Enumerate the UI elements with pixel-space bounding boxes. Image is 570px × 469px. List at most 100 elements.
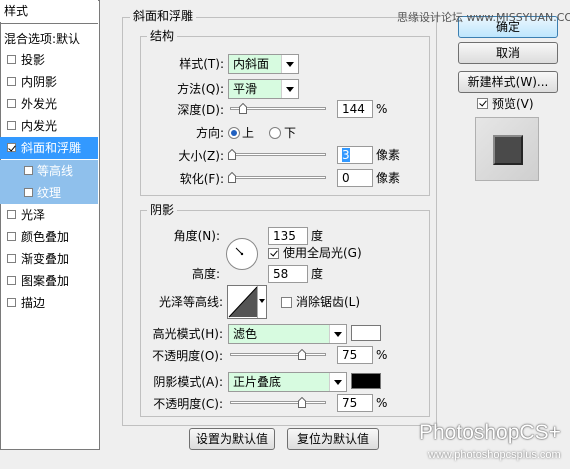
- style-item-label: 外发光: [21, 97, 58, 111]
- style-item[interactable]: 外发光: [0, 93, 98, 115]
- styles-header[interactable]: 样式: [0, 0, 98, 22]
- soften-slider[interactable]: [230, 176, 326, 179]
- bevel-emboss-title: 斜面和浮雕: [130, 9, 197, 23]
- highlight-color-swatch[interactable]: [351, 325, 381, 341]
- preview-checkbox[interactable]: [477, 98, 488, 109]
- angle-input[interactable]: 135: [268, 227, 308, 245]
- shadow-color-swatch[interactable]: [351, 373, 381, 389]
- altitude-unit: 度: [311, 267, 324, 281]
- highlight-opacity-input[interactable]: 75: [337, 346, 373, 364]
- styles-header-label: 样式: [4, 4, 29, 18]
- direction-down-radio[interactable]: [269, 127, 281, 139]
- style-item-checkbox[interactable]: [7, 254, 16, 263]
- chevron-down-icon: [281, 55, 298, 73]
- size-input[interactable]: 3: [337, 146, 373, 164]
- shadow-mode-value: 正片叠底: [233, 375, 282, 389]
- style-item-label: 斜面和浮雕: [21, 141, 82, 155]
- gloss-contour-picker[interactable]: [227, 285, 267, 319]
- highlight-mode-select[interactable]: 滤色: [228, 324, 347, 344]
- style-item[interactable]: 等高线: [0, 160, 98, 182]
- style-item-label: 投影: [21, 53, 46, 67]
- shadow-opacity-slider[interactable]: [230, 401, 326, 404]
- style-item-checkbox[interactable]: [7, 99, 16, 108]
- style-item-checkbox[interactable]: [7, 77, 16, 86]
- style-item-checkbox[interactable]: [7, 232, 16, 241]
- highlight-opacity-slider[interactable]: [230, 353, 326, 356]
- style-item-label: 图案叠加: [21, 274, 70, 288]
- style-item-checkbox[interactable]: [7, 55, 16, 64]
- style-item-checkbox[interactable]: [24, 166, 33, 175]
- depth-input[interactable]: 144: [337, 100, 373, 118]
- highlight-mode-label: 高光模式(H):: [152, 327, 223, 341]
- chevron-down-icon: [329, 373, 346, 391]
- style-item-checkbox[interactable]: [7, 143, 16, 152]
- style-item[interactable]: 斜面和浮雕: [0, 137, 98, 159]
- make-default-button[interactable]: 设置为默认值: [189, 428, 275, 450]
- style-item[interactable]: 纹理: [0, 182, 98, 204]
- cancel-button[interactable]: 取消: [458, 42, 558, 64]
- angle-unit: 度: [311, 229, 324, 243]
- style-item-label: 颜色叠加: [21, 230, 70, 244]
- direction-up-radio[interactable]: [228, 127, 240, 139]
- soften-input[interactable]: 0: [337, 169, 373, 187]
- highlight-opacity-label: 不透明度(O):: [152, 349, 223, 363]
- global-light-label: 使用全局光(G): [283, 246, 362, 260]
- angle-dial[interactable]: [225, 237, 259, 271]
- watermark-brand: PhotoshopCS+: [419, 421, 561, 444]
- shadow-mode-label: 阴影模式(A):: [153, 375, 223, 389]
- technique-select[interactable]: 平滑: [228, 79, 299, 99]
- preview-swatch: [493, 135, 523, 165]
- shadow-mode-select[interactable]: 正片叠底: [228, 372, 347, 392]
- style-item[interactable]: 渐变叠加: [0, 248, 98, 270]
- style-item-checkbox[interactable]: [7, 121, 16, 130]
- style-item[interactable]: 光泽: [0, 204, 98, 226]
- style-label: 样式(T):: [179, 57, 224, 71]
- highlight-opacity-unit: %: [376, 348, 388, 362]
- shading-title: 阴影: [147, 203, 178, 217]
- style-preview: [475, 117, 539, 181]
- style-item[interactable]: 内阴影: [0, 71, 98, 93]
- new-style-button[interactable]: 新建样式(W)...: [458, 71, 558, 93]
- soften-slider-thumb[interactable]: [228, 172, 236, 183]
- style-select[interactable]: 内斜面: [228, 54, 299, 74]
- style-item-checkbox[interactable]: [7, 276, 16, 285]
- altitude-label: 高度:: [191, 267, 220, 281]
- watermark-url: www.photoshopcsplus.com: [428, 449, 561, 461]
- style-item-label: 内阴影: [21, 75, 58, 89]
- chevron-down-icon: [329, 325, 346, 343]
- technique-label: 方法(Q):: [177, 82, 224, 96]
- style-item-checkbox[interactable]: [24, 188, 33, 197]
- soften-label: 软化(F):: [179, 172, 224, 186]
- style-list: 样式 混合选项:默认 投影内阴影外发光内发光斜面和浮雕等高线纹理 光泽颜色叠加渐变…: [0, 0, 100, 450]
- reset-default-button[interactable]: 复位为默认值: [287, 428, 379, 450]
- technique-select-value: 平滑: [233, 82, 258, 96]
- style-item-label: 描边: [21, 296, 46, 310]
- style-item-label: 等高线: [37, 164, 74, 178]
- global-light-checkbox[interactable]: [268, 248, 279, 259]
- depth-slider-thumb[interactable]: [239, 103, 247, 114]
- highlight-opacity-thumb[interactable]: [298, 349, 306, 360]
- style-item[interactable]: 投影: [0, 49, 98, 71]
- style-item[interactable]: 内发光: [0, 115, 98, 137]
- shadow-opacity-label: 不透明度(C):: [153, 397, 223, 411]
- anti-aliased-label: 消除锯齿(L): [296, 295, 361, 309]
- style-item-checkbox[interactable]: [7, 298, 16, 307]
- style-item[interactable]: 颜色叠加: [0, 226, 98, 248]
- style-item[interactable]: 图案叠加: [0, 270, 98, 292]
- depth-unit: %: [376, 102, 388, 116]
- shadow-opacity-thumb[interactable]: [298, 397, 306, 408]
- gloss-contour-label: 光泽等高线:: [158, 295, 223, 309]
- style-select-value: 内斜面: [233, 57, 270, 71]
- preview-label: 预览(V): [492, 97, 534, 111]
- style-item-checkbox[interactable]: [7, 210, 16, 219]
- size-slider-thumb[interactable]: [228, 149, 236, 160]
- shadow-opacity-input[interactable]: 75: [337, 394, 373, 412]
- angle-label: 角度(N):: [173, 229, 220, 243]
- style-item-label: 内发光: [21, 119, 58, 133]
- anti-aliased-checkbox[interactable]: [281, 297, 292, 308]
- soften-unit: 像素: [376, 171, 401, 185]
- altitude-input[interactable]: 58: [268, 265, 308, 283]
- size-slider[interactable]: [230, 153, 326, 156]
- blending-options-default[interactable]: 混合选项:默认: [0, 28, 98, 50]
- style-item[interactable]: 描边: [0, 292, 98, 314]
